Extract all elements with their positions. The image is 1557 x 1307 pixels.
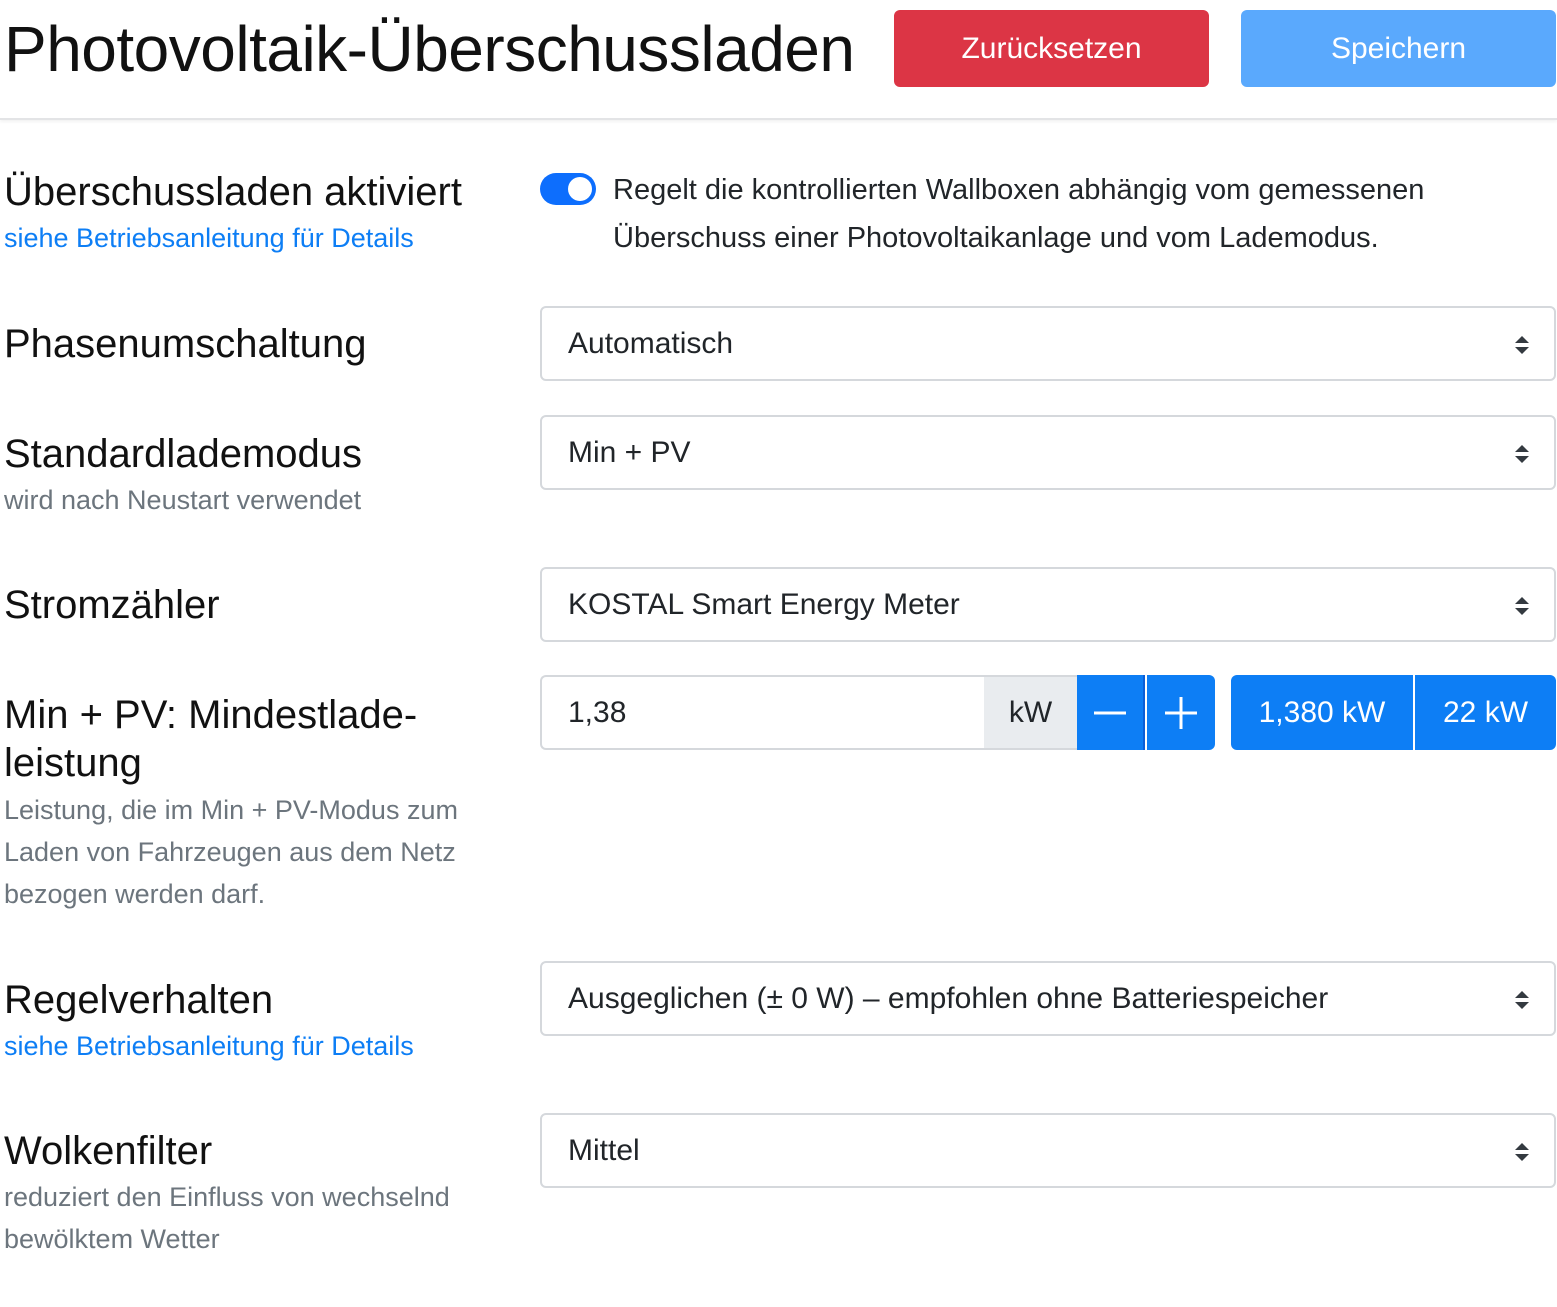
reset-button[interactable]: Zurücksetzen xyxy=(894,10,1209,87)
default-mode-sub: wird nach Neustart verwendet xyxy=(4,485,362,515)
min-power-unit: kW xyxy=(984,675,1077,750)
cloud-filter-label: Wolkenfilter xyxy=(4,1129,213,1173)
select-arrows-icon xyxy=(1515,445,1529,463)
preset-max-button[interactable]: 22 kW xyxy=(1415,675,1556,750)
select-arrows-icon xyxy=(1515,336,1529,354)
cloud-filter-select[interactable]: Mittel xyxy=(540,1113,1556,1188)
surplus-toggle[interactable] xyxy=(540,173,596,205)
min-power-value: 1,38 xyxy=(568,696,627,729)
cloud-filter-sub: reduziert den Einfluss von wechselnd bew… xyxy=(4,1176,450,1260)
surplus-description: Regelt die kontrollierten Wallboxen abhä… xyxy=(613,174,1425,254)
toggle-knob xyxy=(568,177,592,201)
surplus-manual-link[interactable]: siehe Betriebsanleitung für Details xyxy=(4,220,414,256)
cloud-filter-value: Mittel xyxy=(568,1134,640,1167)
default-mode-label: Standardlademodus xyxy=(4,432,363,476)
increment-button[interactable] xyxy=(1147,675,1215,750)
phase-switching-label: Phasenumschaltung xyxy=(4,322,367,366)
min-power-sub-line2: Laden von Fahrzeugen aus dem Netz xyxy=(4,837,456,867)
control-select[interactable]: Ausgeglichen (± 0 W) – empfohlen ohne Ba… xyxy=(540,961,1556,1036)
select-arrows-icon xyxy=(1515,597,1529,615)
control-value: Ausgeglichen (± 0 W) – empfohlen ohne Ba… xyxy=(568,982,1329,1015)
minus-icon xyxy=(1094,711,1126,714)
min-power-label-line2: leistung xyxy=(4,741,142,785)
page-title: Photovoltaik-Überschussladen xyxy=(4,13,855,85)
select-arrows-icon xyxy=(1515,1143,1529,1161)
phase-switching-select[interactable]: Automatisch xyxy=(540,306,1556,381)
decrement-button[interactable] xyxy=(1077,675,1145,750)
min-power-sub-line3: bezogen werden darf. xyxy=(4,879,266,909)
surplus-label: Überschussladen aktiviert xyxy=(4,170,462,214)
meter-label: Stromzähler xyxy=(4,583,220,627)
page-header: Photovoltaik-Überschussladen Zurücksetze… xyxy=(0,0,1557,120)
control-manual-link[interactable]: siehe Betriebsanleitung für Details xyxy=(4,1028,414,1064)
select-arrows-icon xyxy=(1515,991,1529,1009)
preset-min-button[interactable]: 1,380 kW xyxy=(1231,675,1413,750)
min-power-sub-line1: Leistung, die im Min + PV-Modus zum xyxy=(4,795,458,825)
control-label: Regelverhalten xyxy=(4,978,274,1022)
save-button[interactable]: Speichern xyxy=(1241,10,1556,87)
default-mode-value: Min + PV xyxy=(568,436,691,469)
meter-select[interactable]: KOSTAL Smart Energy Meter xyxy=(540,567,1556,642)
meter-value: KOSTAL Smart Energy Meter xyxy=(568,588,960,621)
min-power-sub: Leistung, die im Min + PV-Modus zum Lade… xyxy=(4,789,458,915)
cloud-filter-sub-line1: reduziert den Einfluss von wechselnd xyxy=(4,1182,450,1212)
min-power-label-line1: Min + PV: Mindestlade- xyxy=(4,693,418,737)
min-power-label: Min + PV: Mindestlade- leistung xyxy=(4,691,417,787)
cloud-filter-sub-line2: bewölktem Wetter xyxy=(4,1224,220,1254)
phase-switching-value: Automatisch xyxy=(568,327,734,360)
plus-icon xyxy=(1165,696,1197,729)
min-power-input[interactable]: 1,38 xyxy=(540,675,984,750)
default-mode-select[interactable]: Min + PV xyxy=(540,415,1556,490)
